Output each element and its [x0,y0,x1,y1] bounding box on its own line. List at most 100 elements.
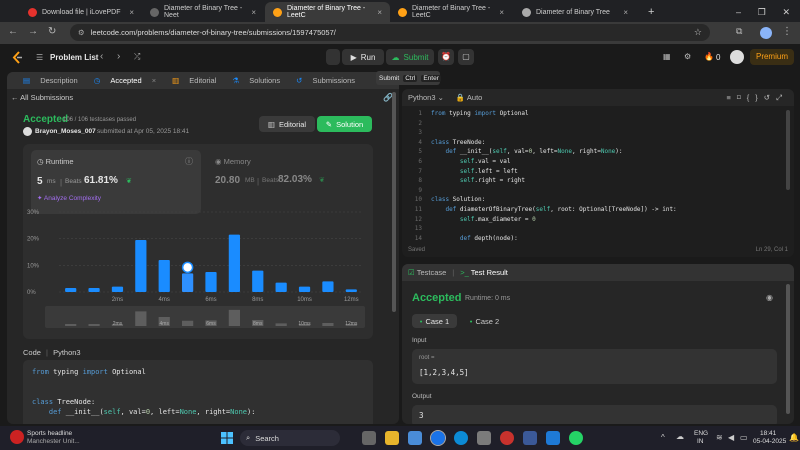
app-icon[interactable] [477,431,491,445]
left-scrollbar[interactable] [392,92,396,312]
debug-button[interactable] [326,49,340,65]
reload-icon[interactable]: ↻ [48,26,56,37]
submit-button[interactable]: ☁ Submit [386,49,434,65]
close-icon[interactable]: × [499,8,504,17]
browser-tab-4[interactable]: Diameter of Binary Tree × [514,2,636,22]
volume-icon[interactable]: ◀ [728,433,734,442]
chevron-up-icon[interactable]: ^ [661,433,665,442]
case-1-tab[interactable]: • Case 1 [412,314,457,328]
back-icon[interactable]: ← [8,26,18,37]
browser-tab-0[interactable]: Download file | iLovePDF × [20,2,142,22]
notifications-icon[interactable]: 🔔 [789,433,799,442]
fire-icon[interactable]: 🔥 [704,52,714,61]
whatsapp-icon[interactable] [569,431,583,445]
opera-icon[interactable] [500,431,514,445]
all-submissions-link[interactable]: ← All Submissions [11,93,73,102]
tab-test-result[interactable]: >_ Test Result [460,268,508,277]
problem-list-icon[interactable]: ☰ [36,53,43,62]
teams-icon[interactable] [523,431,537,445]
leetcode-logo-icon[interactable] [12,51,24,64]
timer-button[interactable]: ⏰ [438,49,454,65]
tab-editorial[interactable]: ▥ Editorial [164,76,216,85]
memory-header[interactable]: ◉ Memory [215,157,251,166]
solution-button[interactable]: ✎ Solution [317,116,372,132]
prev-problem-icon[interactable]: ‹ [100,51,103,62]
auto-toggle[interactable]: 🔒 Auto [456,93,482,102]
runtime-box[interactable]: ◷ Runtime ⓘ 5 ms | Beats 61.81% ❦ ✦ Anal… [31,150,201,214]
close-icon[interactable]: × [152,76,156,85]
expand-icon[interactable]: ⤢ [776,93,788,102]
forward-icon[interactable]: → [28,26,38,37]
premium-button[interactable]: Premium [750,49,794,65]
layout-icon[interactable]: ▦ [663,52,671,61]
extensions-icon[interactable]: ⧉ [736,26,742,37]
case-2-tab[interactable]: • Case 2 [462,314,507,328]
task-view-icon[interactable] [362,431,376,445]
format-icon[interactable]: ≡ [726,93,736,102]
language-indicator[interactable]: ENG [694,430,708,437]
photos-icon[interactable] [408,431,422,445]
line-text: def diameterOfBinaryTree(self, root: Opt… [445,205,677,213]
leetcode-navbar: ☰ Problem List ‹ › ⤮ ▶ Run ☁ Submit ⏰ ▢ … [0,44,800,71]
browser-tab-1[interactable]: Diameter of Binary Tree - Neet × [142,2,264,22]
line-text: def depth(node): [459,234,518,242]
cloud-icon[interactable]: ☁ [676,432,684,441]
settings-gear-icon[interactable]: ⚙ [684,52,691,61]
code-line: def __init__(self, val=0, left=None, rig… [48,408,256,416]
tab-description[interactable]: ▤ Description [15,76,78,85]
bookmark-star-icon[interactable]: ☆ [694,27,702,38]
language-select[interactable]: Python3 ⌄ [408,93,444,102]
test-scrollbar[interactable] [786,284,790,414]
tab-solutions[interactable]: ⚗ Solutions [224,76,280,85]
all-submissions-label: All Submissions [20,93,74,102]
shuffle-icon[interactable]: ⤮ [134,52,140,62]
braces-icon[interactable]: {} [747,93,764,102]
browser-tab-2[interactable]: Diameter of Binary Tree - LeetC × [265,2,390,22]
chart-bar [158,260,170,292]
tab-actions-icon[interactable] [0,2,16,22]
windows-start-icon[interactable] [221,432,233,444]
close-window-icon[interactable]: ✕ [782,7,790,18]
window-controls: – ❐ ✕ [728,2,798,22]
chrome-icon[interactable] [430,430,446,446]
editorial-button[interactable]: ▥ Editorial [259,116,315,132]
minimize-icon[interactable]: – [736,7,741,17]
info-icon[interactable]: ⓘ [185,156,193,167]
news-widget-icon[interactable] [10,430,24,444]
browser-tab-3[interactable]: Diameter of Binary Tree - LeetC × [390,2,512,22]
vscode-icon[interactable] [546,431,560,445]
user-avatar[interactable] [730,50,744,64]
clock-time[interactable]: 18:41 [760,430,776,437]
close-icon[interactable]: × [129,8,134,17]
tab-submissions[interactable]: ↺ Submissions [288,76,355,85]
close-icon[interactable]: × [377,8,382,17]
bookmark-icon[interactable]: ⌑ [737,93,747,102]
wifi-icon[interactable]: ≋ [716,433,723,442]
notes-button[interactable]: ▢ [458,49,474,65]
code-editor[interactable]: 1 from typing import Optional 2 3 4 class Tre… [402,106,794,244]
url-field[interactable]: ⚙ leetcode.com/problems/diameter-of-bina… [70,24,710,41]
username[interactable]: Brayon_Moses_007 [35,128,96,135]
eye-icon[interactable]: ◉ [766,293,773,302]
close-icon[interactable]: × [623,8,628,17]
battery-icon[interactable]: ▭ [740,433,748,442]
news-title[interactable]: Sports headline [27,430,72,437]
run-button[interactable]: ▶ Run [342,49,384,65]
editor-scrollbar[interactable] [786,110,790,190]
next-problem-icon[interactable]: › [117,51,120,62]
taskbar-search[interactable]: ⌕ Search [240,430,340,446]
reset-icon[interactable]: ↺ [764,93,776,102]
menu-icon[interactable]: ⋮ [782,26,792,37]
edge-icon[interactable] [454,431,468,445]
site-info-icon[interactable]: ⚙ [78,28,85,37]
tab-accepted[interactable]: ◷ Accepted × [86,76,156,85]
profile-avatar[interactable] [760,27,772,39]
problem-list-link[interactable]: Problem List [50,53,98,62]
new-tab-button[interactable]: + [640,2,656,22]
maximize-icon[interactable]: ❐ [758,7,766,18]
tab-testcase[interactable]: ☑ Testcase [408,268,446,277]
close-icon[interactable]: × [251,8,256,17]
analyze-complexity-link[interactable]: ✦ Analyze Complexity [37,194,101,202]
runtime-distribution-chart[interactable]: 30% 20% 10% 0% 2ms 4ms 6ms 8ms 10ms 12ms 2ms 4ms 6ms… [23,206,373,339]
file-explorer-icon[interactable] [385,431,399,445]
